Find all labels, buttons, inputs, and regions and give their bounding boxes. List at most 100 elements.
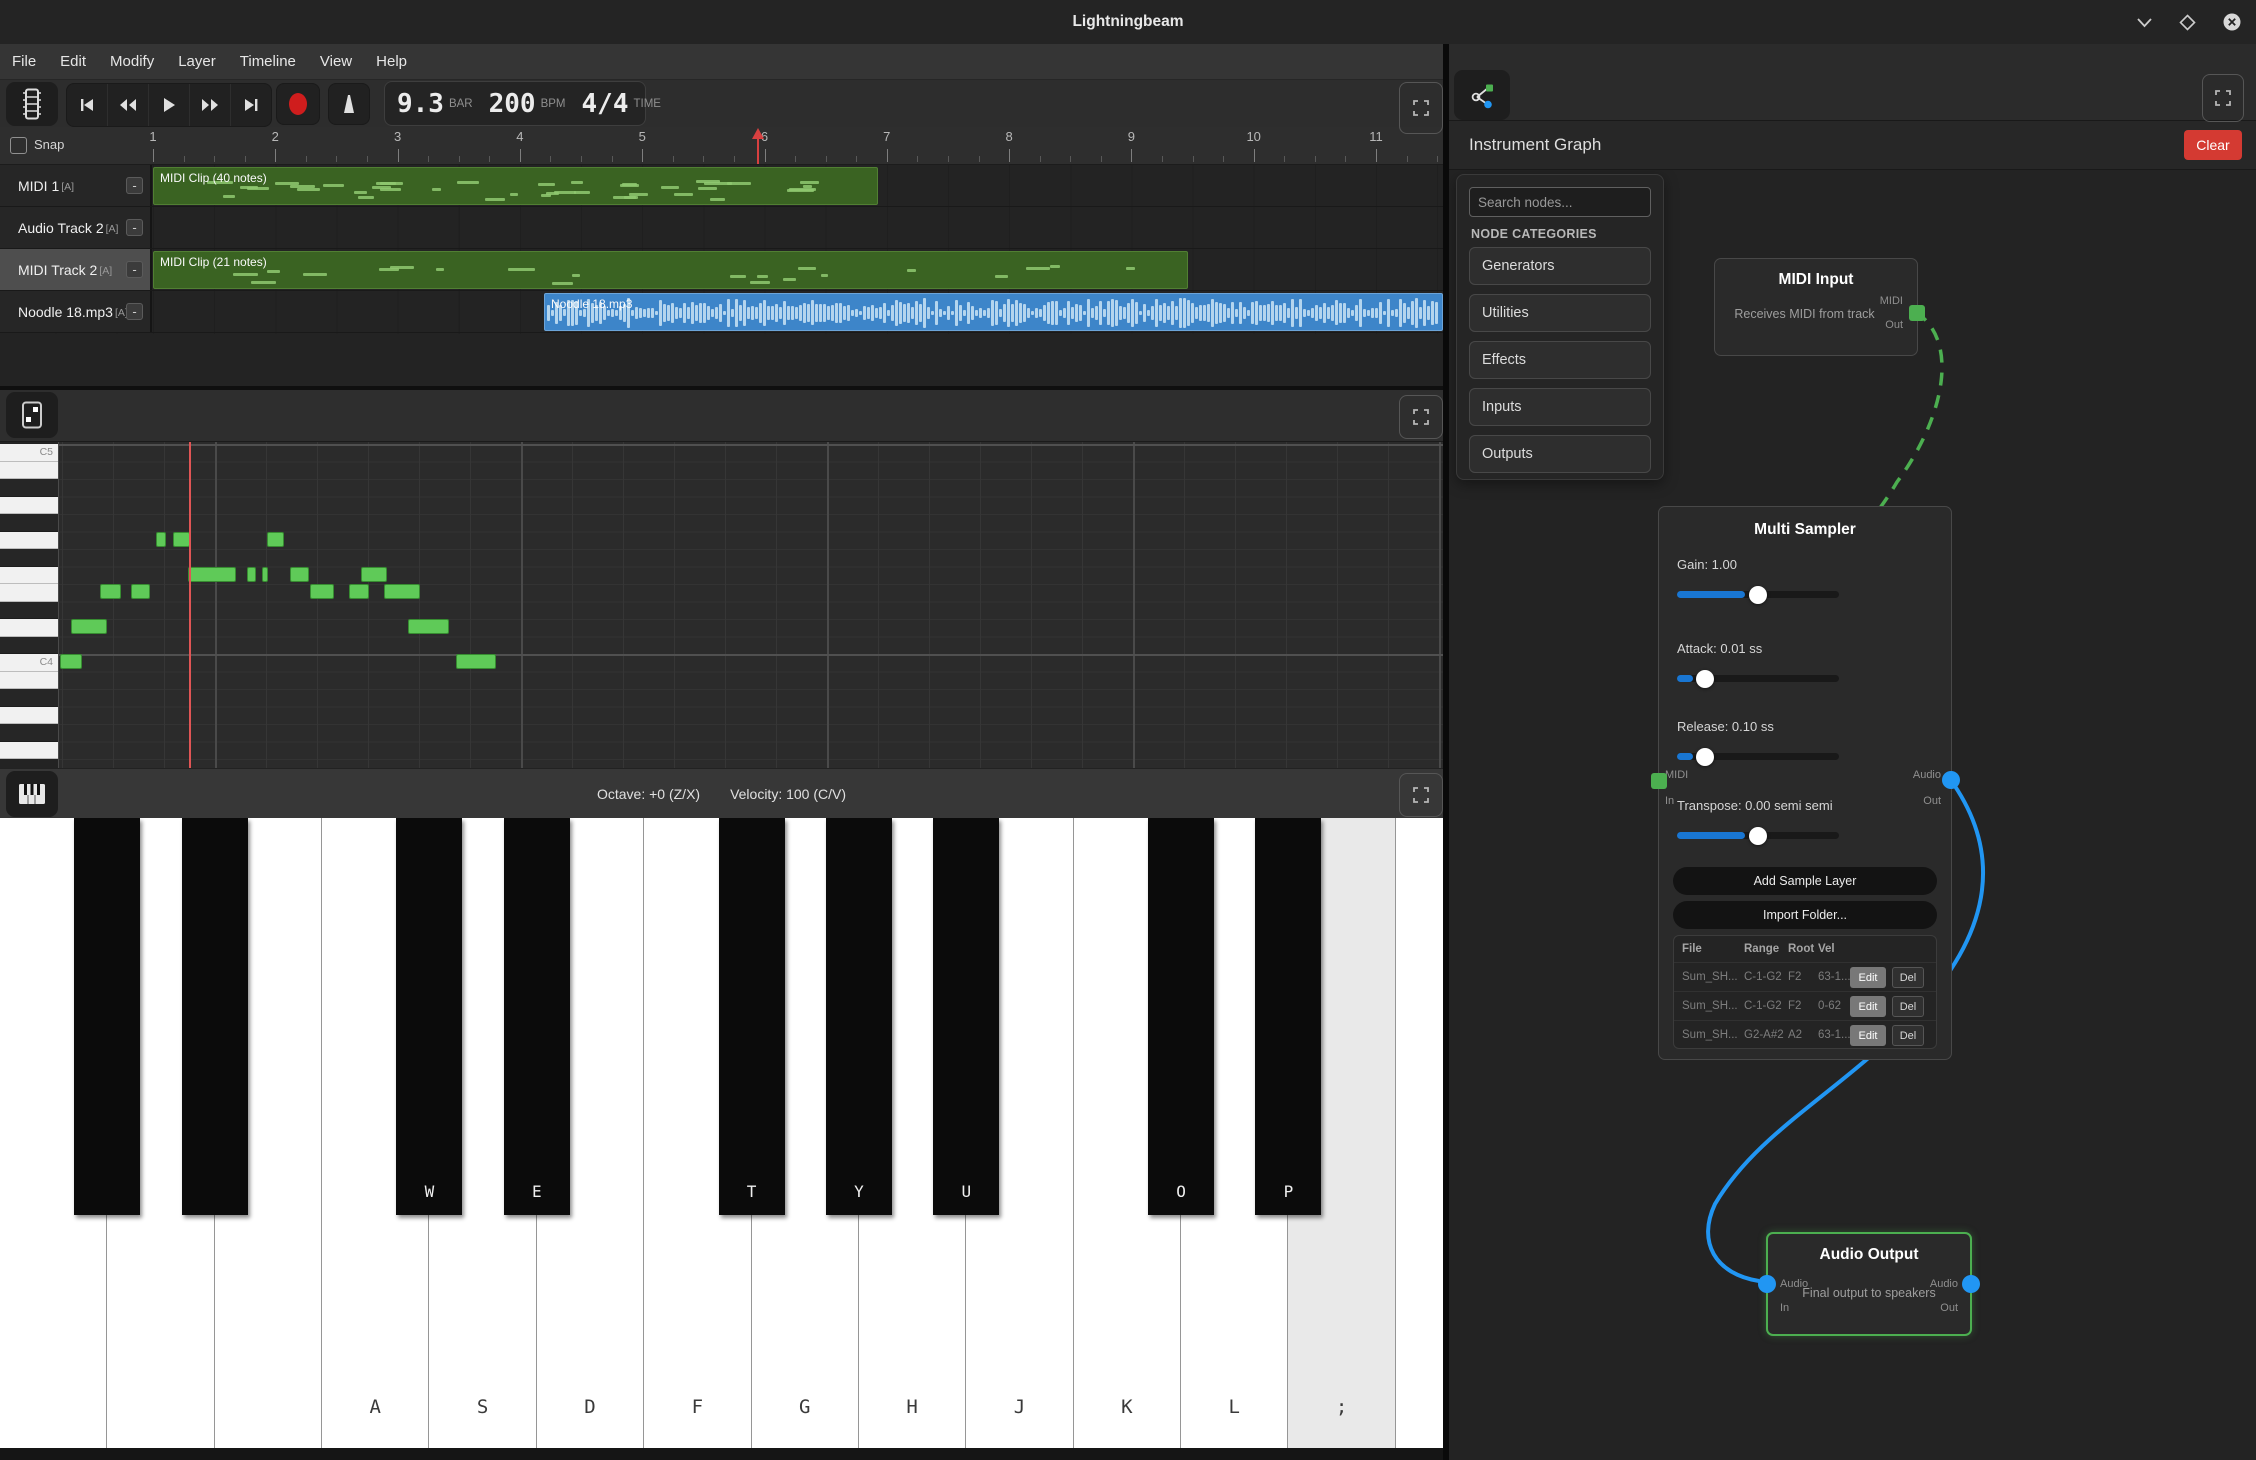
skip-to-start-button[interactable] (67, 84, 108, 126)
midi-out-port[interactable] (1909, 305, 1925, 321)
track-collapse-button[interactable]: - (126, 177, 143, 194)
midi-note[interactable] (247, 567, 256, 582)
delete-sample-button[interactable]: Del (1892, 996, 1924, 1017)
audio-out-port[interactable] (1942, 771, 1960, 789)
menu-item-file[interactable]: File (12, 53, 36, 70)
roll-key-b3[interactable] (0, 672, 58, 690)
menu-item-edit[interactable]: Edit (60, 53, 86, 70)
midi-note[interactable] (71, 619, 107, 634)
category-outputs[interactable]: Outputs (1469, 435, 1651, 473)
menu-item-modify[interactable]: Modify (110, 53, 154, 70)
black-key[interactable] (182, 818, 248, 1215)
graph-expand-button[interactable] (2202, 74, 2244, 122)
param-slider[interactable] (1677, 675, 1839, 682)
menu-item-layer[interactable]: Layer (178, 53, 216, 70)
record-button[interactable] (276, 83, 320, 125)
roll-key-a3[interactable] (0, 707, 58, 725)
white-key[interactable] (1396, 818, 1443, 1448)
track-label-cell[interactable]: Audio Track 2[A]- (0, 207, 152, 248)
track-label-cell[interactable]: MIDI Track 2[A]- (0, 249, 152, 290)
midi-note[interactable] (131, 584, 150, 599)
midi-note[interactable] (408, 619, 449, 634)
audio-clip[interactable]: Noodle 18.mp3 (544, 293, 1443, 331)
param-slider[interactable] (1677, 832, 1839, 839)
skip-to-end-button[interactable] (231, 84, 271, 126)
play-button[interactable] (149, 84, 190, 126)
bar-value[interactable]: 9.3 (397, 89, 444, 119)
edit-sample-button[interactable]: Edit (1850, 996, 1886, 1017)
roll-key-c4[interactable]: C4 (0, 654, 58, 672)
midi-note[interactable] (361, 567, 387, 582)
edit-sample-button[interactable]: Edit (1850, 1025, 1886, 1046)
roll-key-b4[interactable] (0, 462, 58, 480)
piano-roll-grid[interactable]: C5 C4 (0, 442, 1443, 768)
black-key-p[interactable]: P (1255, 818, 1321, 1215)
slider-thumb[interactable] (1749, 586, 1767, 604)
roll-key-e4[interactable] (0, 584, 58, 602)
black-key-o[interactable]: O (1148, 818, 1214, 1215)
track-collapse-button[interactable]: - (126, 303, 143, 320)
bpm-value[interactable]: 200 (489, 89, 536, 119)
midi-note[interactable] (384, 584, 420, 599)
roll-key-gs4[interactable] (0, 514, 58, 532)
midi-input-node[interactable]: MIDI Input Receives MIDI from track MIDI… (1714, 258, 1918, 356)
slider-thumb[interactable] (1749, 827, 1767, 845)
black-key-e[interactable]: E (504, 818, 570, 1215)
piano-roll-panel-button[interactable] (6, 392, 58, 438)
close-icon[interactable] (2222, 12, 2242, 32)
edit-sample-button[interactable]: Edit (1850, 967, 1886, 988)
black-key-y[interactable]: Y (826, 818, 892, 1215)
roll-key-d4[interactable] (0, 619, 58, 637)
midi-clip[interactable]: MIDI Clip (40 notes) (153, 167, 878, 205)
timeline-expand-button[interactable] (1399, 82, 1443, 134)
black-key-w[interactable]: W (396, 818, 462, 1215)
delete-sample-button[interactable]: Del (1892, 1025, 1924, 1046)
black-key-u[interactable]: U (933, 818, 999, 1215)
roll-key-c5[interactable]: C5 (0, 444, 58, 462)
param-slider[interactable] (1677, 591, 1839, 598)
menu-item-help[interactable]: Help (376, 53, 407, 70)
midi-note[interactable] (60, 654, 82, 669)
midi-note[interactable] (456, 654, 496, 669)
roll-key-f4[interactable] (0, 567, 58, 585)
midi-note[interactable] (262, 567, 268, 582)
midi-note[interactable] (188, 567, 236, 582)
audio-out-port[interactable] (1962, 1275, 1980, 1293)
audio-in-port[interactable] (1758, 1275, 1776, 1293)
import-folder-button[interactable]: Import Folder... (1673, 901, 1937, 929)
piano-roll-expand-button[interactable] (1399, 395, 1443, 439)
menu-item-view[interactable]: View (320, 53, 352, 70)
multi-sampler-node[interactable]: Multi Sampler MIDI In Audio Out Add Samp… (1658, 506, 1952, 1060)
menu-item-timeline[interactable]: Timeline (240, 53, 296, 70)
midi-note[interactable] (156, 532, 166, 547)
node-graph-canvas[interactable]: NODE CATEGORIES GeneratorsUtilitiesEffec… (1449, 170, 2256, 1460)
rewind-button[interactable] (108, 84, 149, 126)
delete-sample-button[interactable]: Del (1892, 967, 1924, 988)
add-sample-layer-button[interactable]: Add Sample Layer (1673, 867, 1937, 895)
timeline-ruler[interactable]: Snap 1234567891011 (0, 127, 1443, 165)
midi-in-port[interactable] (1651, 773, 1667, 789)
param-slider[interactable] (1677, 753, 1839, 760)
roll-key-as3[interactable] (0, 689, 58, 707)
track-lanes[interactable]: MIDI 1[A]-Audio Track 2[A]-MIDI Track 2[… (0, 165, 1443, 334)
metronome-button[interactable] (328, 83, 370, 125)
black-key[interactable] (74, 818, 140, 1215)
roll-key-a4[interactable] (0, 497, 58, 515)
roll-key-g3[interactable] (0, 742, 58, 760)
track-collapse-button[interactable]: - (126, 261, 143, 278)
roll-key-fs4[interactable] (0, 549, 58, 567)
slider-thumb[interactable] (1696, 748, 1714, 766)
track-label-cell[interactable]: MIDI 1[A]- (0, 165, 152, 206)
search-input[interactable] (1469, 187, 1651, 217)
category-generators[interactable]: Generators (1469, 247, 1651, 285)
roll-key-ds4[interactable] (0, 602, 58, 620)
keyboard-expand-button[interactable] (1399, 773, 1443, 817)
category-inputs[interactable]: Inputs (1469, 388, 1651, 426)
slider-thumb[interactable] (1696, 670, 1714, 688)
midi-note[interactable] (173, 532, 190, 547)
category-utilities[interactable]: Utilities (1469, 294, 1651, 332)
midi-note[interactable] (100, 584, 121, 599)
keyboard-panel-button[interactable] (6, 771, 58, 817)
time-signature-value[interactable]: 4/4 (582, 89, 629, 119)
midi-note[interactable] (349, 584, 369, 599)
